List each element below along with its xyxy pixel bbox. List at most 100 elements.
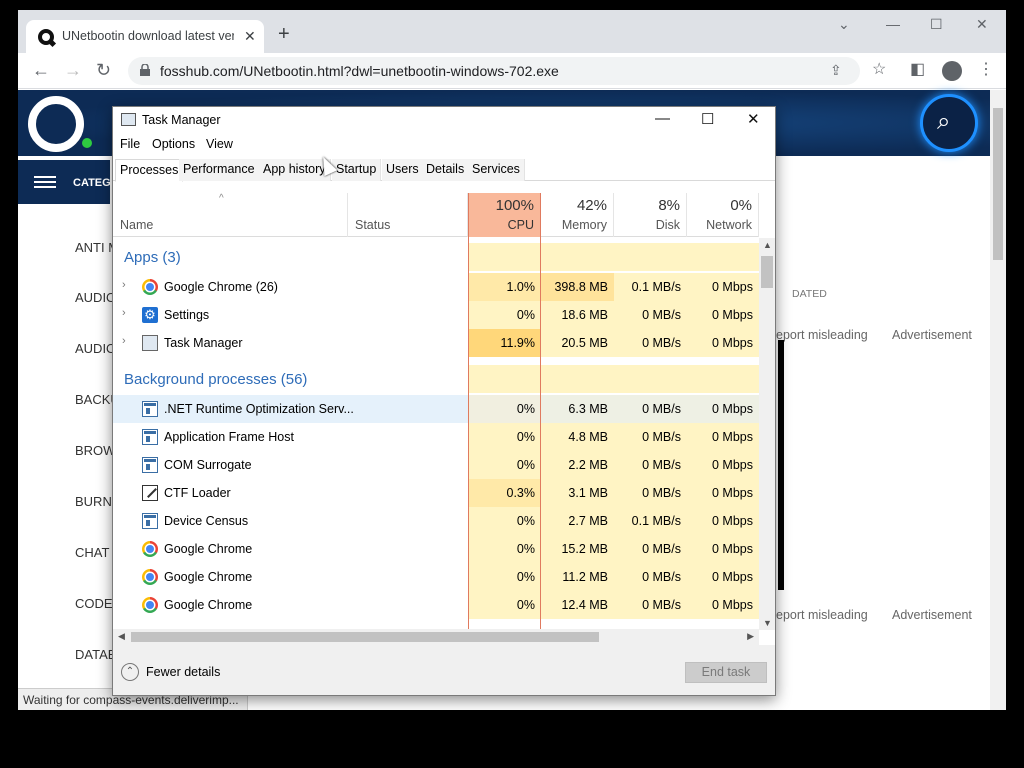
- scroll-right-icon[interactable]: ▶: [747, 631, 754, 642]
- disk-cell: 0 MB/s: [614, 451, 687, 479]
- process-name: Settings: [164, 308, 210, 322]
- site-logo[interactable]: [28, 96, 84, 152]
- report-misleading-link[interactable]: eport misleading: [776, 328, 868, 342]
- tab-users[interactable]: Users: [382, 159, 424, 181]
- category-item[interactable]: DATAB: [75, 647, 116, 662]
- search-icon: ⌕: [937, 108, 951, 135]
- process-row[interactable]: CTF Loader 0.3% 3.1 MB 0 MB/s 0 Mbps: [113, 479, 759, 507]
- column-network[interactable]: 0% Network: [687, 193, 759, 237]
- memory-cell: 11.2 MB: [541, 563, 614, 591]
- process-row[interactable]: Google Chrome 0% 11.2 MB 0 MB/s 0 Mbps: [113, 563, 759, 591]
- cpu-cell: 0.3%: [468, 479, 541, 507]
- category-bar[interactable]: CATEG: [18, 160, 111, 204]
- column-memory[interactable]: 42% Memory: [541, 193, 614, 237]
- window-title: Task Manager: [142, 113, 221, 127]
- process-row[interactable]: › Google Chrome (26) 1.0% 398.8 MB 0.1 MB/s 0…: [113, 273, 759, 301]
- category-item[interactable]: AUDIO: [75, 341, 116, 356]
- task-manager-window: Task Manager — ☐ ✕ File Options View Pro…: [112, 106, 776, 696]
- tab-search-icon[interactable]: ⌄: [838, 16, 850, 33]
- category-list: ANTI M AUDIO AUDIO BACKU BROW BURN CHAT …: [30, 212, 122, 710]
- maximize-icon[interactable]: ☐: [930, 16, 943, 33]
- process-row[interactable]: Google Chrome 0% 12.4 MB 0 MB/s 0 Mbps: [113, 591, 759, 619]
- expand-chevron-icon[interactable]: ›: [122, 335, 126, 347]
- process-row[interactable]: › Task Manager 11.9% 20.5 MB 0 MB/s 0 Mbps: [113, 329, 759, 357]
- process-name: Device Census: [164, 514, 249, 528]
- browser-tab[interactable]: UNetbootin download latest version ✕: [26, 20, 264, 53]
- category-item[interactable]: BURN: [75, 494, 112, 509]
- end-task-button[interactable]: End task: [685, 662, 767, 683]
- memory-cell: 6.3 MB: [541, 395, 614, 423]
- network-cell: 0 Mbps: [687, 479, 759, 507]
- scroll-down-icon[interactable]: ▼: [763, 618, 772, 628]
- tab-details[interactable]: Details: [422, 159, 470, 181]
- process-row[interactable]: › ⚙ Settings 0% 18.6 MB 0 MB/s 0 Mbps: [113, 301, 759, 329]
- reload-icon[interactable]: ↻: [96, 60, 111, 80]
- fewer-details-link[interactable]: Fewer details: [146, 665, 220, 679]
- minimize-icon[interactable]: —: [655, 110, 670, 127]
- new-tab-button[interactable]: +: [278, 24, 290, 44]
- page-scrollbar[interactable]: [990, 90, 1006, 710]
- expand-chevron-icon[interactable]: ›: [122, 279, 126, 291]
- process-row[interactable]: COM Surrogate 0% 2.2 MB 0 MB/s 0 Mbps: [113, 451, 759, 479]
- lock-icon: [140, 64, 150, 76]
- expand-chevron-icon[interactable]: ›: [122, 307, 126, 319]
- forward-icon[interactable]: →: [64, 60, 82, 80]
- close-window-icon[interactable]: ✕: [976, 16, 988, 33]
- cpu-cell: 0%: [468, 395, 541, 423]
- network-cell: 0 Mbps: [687, 423, 759, 451]
- vertical-scrollbar[interactable]: ▲ ▼: [759, 238, 775, 630]
- maximize-icon[interactable]: ☐: [701, 110, 714, 128]
- category-item[interactable]: AUDIO: [75, 290, 116, 305]
- disk-cell: 0 MB/s: [614, 535, 687, 563]
- side-panel-icon[interactable]: ◧: [910, 61, 925, 79]
- page-scrollbar-thumb[interactable]: [993, 108, 1003, 260]
- profile-avatar[interactable]: [942, 61, 962, 81]
- cpu-cell: 0%: [468, 507, 541, 535]
- tab-close-icon[interactable]: ✕: [244, 28, 256, 45]
- column-name[interactable]: ^ Name: [113, 193, 348, 237]
- process-name: COM Surrogate: [164, 458, 252, 472]
- back-icon[interactable]: ←: [32, 60, 50, 80]
- tab-processes[interactable]: Processes: [115, 159, 184, 182]
- category-label: CATEG: [73, 177, 111, 189]
- scroll-up-icon[interactable]: ▲: [763, 240, 772, 250]
- category-item[interactable]: BROW: [75, 443, 115, 458]
- column-disk[interactable]: 8% Disk: [614, 193, 687, 237]
- column-cpu[interactable]: 100% CPU: [468, 193, 541, 237]
- category-item[interactable]: CHAT: [75, 545, 109, 560]
- process-row[interactable]: Application Frame Host 0% 4.8 MB 0 MB/s 0 Mb…: [113, 423, 759, 451]
- task-manager-titlebar[interactable]: Task Manager — ☐ ✕: [113, 107, 775, 133]
- task-manager-icon: [121, 113, 136, 126]
- menu-options[interactable]: Options: [152, 137, 195, 151]
- process-row[interactable]: Device Census 0% 2.7 MB 0.1 MB/s 0 Mbps: [113, 507, 759, 535]
- tab-performance[interactable]: Performance: [179, 159, 260, 181]
- horizontal-scrollbar[interactable]: ◀ ▶: [113, 629, 759, 645]
- menu-file[interactable]: File: [120, 137, 140, 151]
- vertical-scroll-thumb[interactable]: [761, 256, 773, 288]
- chrome-icon: [142, 569, 158, 585]
- browser-toolbar: ← → ↻ fosshub.com/UNetbootin.html?dwl=un…: [18, 53, 1006, 89]
- tab-services[interactable]: Services: [468, 159, 525, 181]
- ad-frame: [778, 340, 784, 590]
- site-search-button[interactable]: ⌕: [920, 94, 978, 152]
- bookmark-star-icon[interactable]: ☆: [872, 61, 886, 79]
- close-icon[interactable]: ✕: [747, 110, 760, 128]
- more-menu-icon[interactable]: ⋮: [978, 61, 994, 79]
- process-row[interactable]: .NET Runtime Optimization Serv... 0% 6.3 M…: [113, 395, 759, 423]
- minimize-icon[interactable]: —: [886, 16, 900, 32]
- process-row[interactable]: Google Chrome 0% 15.2 MB 0 MB/s 0 Mbps: [113, 535, 759, 563]
- chevron-up-icon[interactable]: ⌃: [121, 663, 139, 681]
- report-misleading-link[interactable]: eport misleading: [776, 608, 868, 622]
- empty-cell: [541, 243, 614, 271]
- empty-cell: [687, 243, 759, 271]
- menu-view[interactable]: View: [206, 137, 233, 151]
- scroll-left-icon[interactable]: ◀: [118, 631, 125, 642]
- column-status[interactable]: Status: [348, 193, 468, 237]
- horizontal-scroll-thumb[interactable]: [131, 632, 599, 642]
- tab-startup[interactable]: Startup: [332, 159, 382, 181]
- address-bar[interactable]: fosshub.com/UNetbootin.html?dwl=unetboot…: [128, 57, 860, 85]
- share-icon[interactable]: ⇪: [830, 62, 842, 79]
- process-name: Task Manager: [164, 336, 243, 350]
- network-cell: 0 Mbps: [687, 535, 759, 563]
- ctf-loader-icon: [142, 485, 158, 501]
